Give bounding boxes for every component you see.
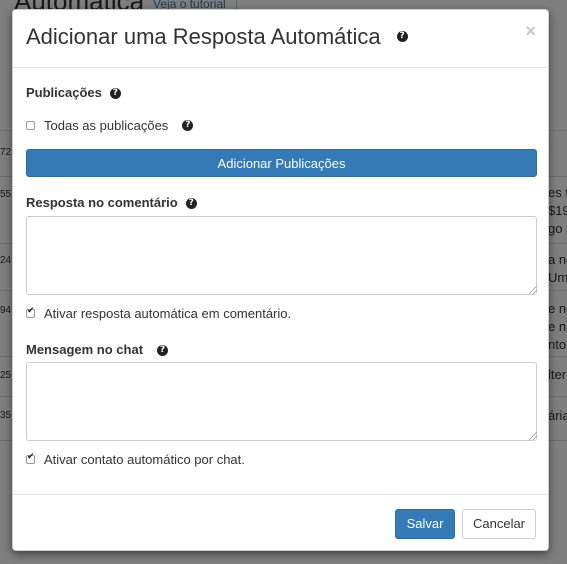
auto-chat-row[interactable]: Ativar contato automático por chat.	[26, 452, 245, 467]
auto-comment-row[interactable]: Ativar resposta automática em comentário…	[26, 306, 291, 321]
auto-chat-label: Ativar contato automático por chat.	[44, 452, 245, 467]
question-icon[interactable]: ?	[157, 345, 169, 357]
auto-comment-checkbox[interactable]	[26, 306, 35, 318]
close-icon[interactable]: ×	[525, 22, 536, 40]
modal-footer: Salvar Cancelar	[13, 494, 548, 550]
modal-header: Adicionar uma Resposta Automática? ×	[13, 10, 548, 68]
save-button[interactable]: Salvar	[395, 509, 455, 539]
auto-reply-modal: Adicionar uma Resposta Automática? × Pub…	[12, 9, 549, 551]
all-publications-checkbox[interactable]	[26, 121, 35, 130]
auto-comment-label: Ativar resposta automática em comentário…	[44, 306, 292, 321]
chat-message-textarea[interactable]	[26, 362, 537, 441]
add-publications-button[interactable]: Adicionar Publicações	[26, 149, 537, 177]
chat-message-label-text: Mensagem no chat	[26, 342, 144, 357]
resize-handle[interactable]	[529, 286, 537, 294]
modal-title-text: Adicionar uma Resposta Automática	[26, 24, 381, 49]
cancel-button[interactable]: Cancelar	[462, 509, 536, 539]
modal-body: Publicações? Todas as publicações ? Adic…	[13, 68, 548, 498]
comment-reply-label: Resposta no comentário?	[26, 195, 197, 210]
all-publications-row[interactable]: Todas as publicações ?	[26, 118, 194, 133]
modal-title: Adicionar uma Resposta Automática?	[26, 24, 408, 50]
chat-message-label: Mensagem no chat?	[26, 342, 169, 357]
question-icon[interactable]: ?	[182, 120, 194, 131]
comment-reply-textarea[interactable]	[26, 216, 537, 295]
resize-handle[interactable]	[529, 432, 537, 440]
publications-label: Publicações?	[26, 85, 121, 100]
all-publications-label: Todas as publicações	[44, 118, 169, 133]
question-icon[interactable]: ?	[396, 30, 408, 42]
question-icon[interactable]: ?	[109, 88, 121, 100]
publications-label-text: Publicações	[26, 85, 102, 100]
comment-reply-label-text: Resposta no comentário	[26, 195, 178, 210]
question-icon[interactable]: ?	[185, 198, 197, 210]
auto-chat-checkbox[interactable]	[26, 452, 35, 464]
